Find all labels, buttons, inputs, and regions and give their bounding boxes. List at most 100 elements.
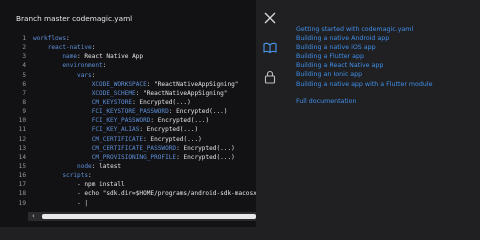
code-line: 12 CM_CERTIFICATE: Encrypted(...)	[8, 135, 256, 144]
code-text: CM_PROVISIONING_PROFILE: Encrypted(...)	[91, 153, 235, 161]
yaml-value: "ReactNativeAppSigning"	[143, 89, 228, 97]
code-text: FCI_KEY_ALIAS: Encrypted(...)	[91, 126, 199, 134]
code-text: - |	[33, 199, 88, 208]
code-line: 15 node: latest	[8, 162, 256, 171]
line-number: 11	[18, 126, 26, 134]
yaml-key: XCODE_WORKSPACE	[91, 80, 147, 88]
yaml-key: CM_PROVISIONING_PROFILE	[91, 153, 177, 161]
yaml-value: Encrypted(...)	[139, 98, 191, 106]
line-number: 16	[18, 172, 26, 180]
code-text: name: React Native App	[62, 53, 144, 61]
code-line: 17 - npm install	[8, 180, 256, 189]
link-ionic[interactable]: Building an Ionic app	[296, 70, 433, 79]
code-line: 8 CM_KEYSTORE: Encrypted(...)	[8, 98, 256, 107]
yaml-value: Encrypted(...)	[176, 108, 228, 116]
yaml-key: react-native	[47, 44, 92, 52]
code-text: XCODE_SCHEME: "ReactNativeAppSigning"	[91, 89, 228, 97]
code-line: 9 FCI_KEYSTORE_PASSWORD: Encrypted(...)	[8, 107, 256, 116]
yaml-key: XCODE_SCHEME	[91, 89, 136, 97]
link-flutter-module[interactable]: Building a native app with a Flutter mod…	[296, 80, 433, 89]
tab-documentation[interactable]	[262, 40, 278, 56]
yaml-value: Encrypted(...)	[183, 144, 235, 152]
yaml-editor-panel: Branch master codemagic.yaml 1 workflows:…	[0, 0, 256, 227]
line-number: 8	[22, 98, 26, 106]
horizontal-scrollbar[interactable]: ‹	[28, 212, 256, 221]
yaml-value: - npm install	[77, 181, 125, 189]
code-line: 5 vars:	[8, 71, 256, 80]
yaml-value: Encrypted(...)	[150, 135, 202, 143]
line-number: 19	[18, 199, 26, 207]
yaml-key: CM_CERTIFICATE_PASSWORD	[91, 144, 177, 152]
code-text: - echo "sdk.dir=$HOME/programs/android-s…	[33, 189, 256, 198]
code-text: scripts:	[62, 172, 92, 180]
yaml-key: node	[77, 162, 92, 170]
code-text: node: latest	[77, 162, 122, 170]
code-line: 4 environment:	[8, 61, 256, 70]
code-line: 6 XCODE_WORKSPACE: "ReactNativeAppSignin…	[8, 80, 256, 89]
line-number: 3	[22, 53, 26, 61]
code-line: 18 - echo "sdk.dir=$HOME/programs/androi…	[8, 189, 256, 198]
line-number: 14	[18, 153, 26, 161]
code-text: FCI_KEY_PASSWORD: Encrypted(...)	[91, 117, 210, 125]
documentation-links: Getting started with codemagic.yaml Buil…	[296, 25, 433, 106]
yaml-key: workflows	[33, 35, 67, 42]
line-number: 9	[22, 108, 26, 116]
lock-icon	[264, 70, 276, 84]
yaml-value: latest	[99, 162, 122, 170]
line-number: 7	[22, 89, 26, 97]
yaml-key: FCI_KEY_PASSWORD	[91, 117, 151, 125]
yaml-key: CM_CERTIFICATE	[91, 135, 144, 143]
link-native-ios[interactable]: Building a native iOS app	[296, 43, 433, 52]
book-icon	[263, 42, 277, 54]
code-text: react-native:	[47, 44, 96, 52]
link-getting-started[interactable]: Getting started with codemagic.yaml	[296, 25, 433, 34]
code-line: 11 FCI_KEY_ALIAS: Encrypted(...)	[8, 125, 256, 134]
close-icon	[264, 12, 276, 24]
code-text: XCODE_WORKSPACE: "ReactNativeAppSigning"	[91, 80, 239, 88]
scrollbar-thumb[interactable]	[42, 214, 256, 219]
code-line: 16 scripts:	[8, 171, 256, 180]
code-text: CM_CERTIFICATE: Encrypted(...)	[91, 135, 202, 143]
yaml-key: environment	[62, 62, 103, 70]
code-line: 7 XCODE_SCHEME: "ReactNativeAppSigning"	[8, 89, 256, 98]
code-line: 1 workflows:	[8, 34, 256, 43]
line-number: 2	[22, 44, 26, 52]
line-number: 1	[22, 35, 26, 42]
yaml-key: FCI_KEYSTORE_PASSWORD	[91, 108, 169, 116]
code-line: 14 CM_PROVISIONING_PROFILE: Encrypted(..…	[8, 153, 256, 162]
code-text: environment:	[62, 62, 107, 70]
code-line: 19 - |	[8, 199, 256, 208]
yaml-value: Encrypted(...)	[183, 153, 235, 161]
code-line: 3 name: React Native App	[8, 52, 256, 61]
tab-secrets[interactable]	[262, 69, 278, 85]
link-flutter[interactable]: Building a Flutter app	[296, 52, 433, 61]
link-react-native[interactable]: Building a React Native app	[296, 61, 433, 70]
link-full-documentation[interactable]: Full documentation	[296, 97, 433, 106]
close-button[interactable]	[262, 10, 278, 26]
scroll-left-icon[interactable]: ‹	[32, 212, 35, 221]
line-number: 4	[22, 62, 26, 70]
code-text: vars:	[77, 71, 96, 79]
code-text: CM_CERTIFICATE_PASSWORD: Encrypted(...)	[91, 144, 235, 152]
code-line: 2 react-native:	[8, 43, 256, 52]
link-native-android[interactable]: Building a native Android app	[296, 34, 433, 43]
line-number: 10	[18, 117, 26, 125]
yaml-key: FCI_KEY_ALIAS	[91, 126, 140, 134]
code-text: FCI_KEYSTORE_PASSWORD: Encrypted(...)	[91, 108, 228, 116]
code-line: 13 CM_CERTIFICATE_PASSWORD: Encrypted(..…	[8, 144, 256, 153]
yaml-value: "ReactNativeAppSigning"	[154, 80, 239, 88]
line-number: 15	[18, 162, 26, 170]
line-number: 17	[18, 181, 26, 189]
code-text: - npm install	[33, 180, 125, 189]
code-text: workflows:	[33, 35, 70, 42]
yaml-value: React Native App	[84, 53, 144, 61]
line-number: 18	[18, 190, 26, 198]
line-number: 13	[18, 144, 26, 152]
line-number: 12	[18, 135, 26, 143]
yaml-value: Encrypted(...)	[157, 117, 210, 125]
yaml-key: vars	[77, 71, 92, 79]
code-editor[interactable]: 1 workflows: 2 react-native: 3 name: React …	[8, 34, 256, 208]
yaml-value: - |	[77, 199, 89, 207]
yaml-value: - echo "sdk.dir=$HOME/programs/android-s…	[77, 190, 256, 198]
yaml-key: name	[62, 53, 78, 61]
